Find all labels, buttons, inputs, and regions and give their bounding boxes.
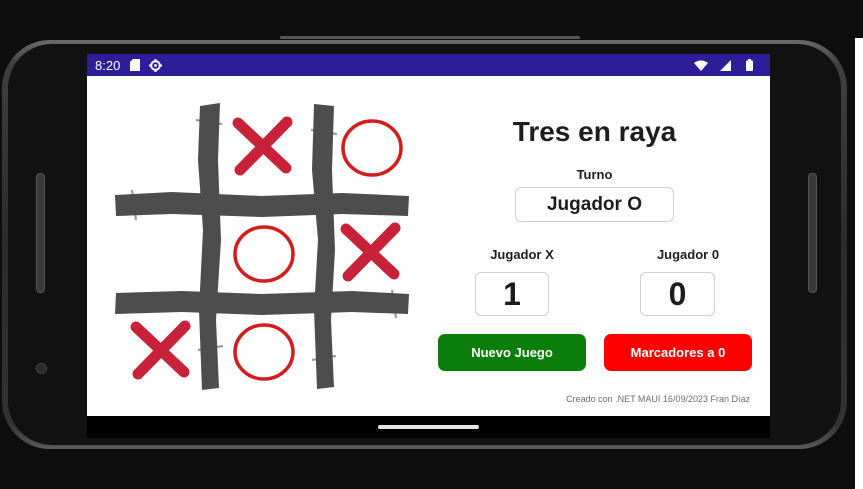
new-game-button[interactable]: Nuevo Juego <box>438 334 586 371</box>
home-gesture-pill[interactable] <box>378 425 479 429</box>
board-cell-1[interactable] <box>122 108 202 188</box>
cell-signal-icon <box>718 58 732 72</box>
app-title: Tres en raya <box>512 116 677 147</box>
wifi-icon <box>694 58 708 72</box>
board-cell-7[interactable] <box>122 312 202 392</box>
o-mark-icon <box>233 323 295 381</box>
device-screen: 8:20 Tres en raya Turno Jugador O Jugado… <box>87 54 770 438</box>
x-mark-icon <box>232 116 293 176</box>
status-bar: 8:20 <box>87 54 770 76</box>
board-cell-3[interactable] <box>332 108 412 188</box>
phone-right-speaker <box>808 173 817 293</box>
player-o-label: Jugador 0 <box>656 247 720 262</box>
x-mark-icon <box>340 222 401 282</box>
board-cell-5[interactable] <box>224 214 304 294</box>
board-cell-9[interactable] <box>332 312 412 392</box>
board-cell-2[interactable] <box>224 108 304 188</box>
board-cell-4[interactable] <box>122 214 202 294</box>
player-o-score: 0 <box>640 272 715 316</box>
battery-icon <box>742 58 756 72</box>
credits-footer: Creado con .NET MAUI 16/09/2023 Fran Día… <box>566 394 750 404</box>
x-mark-icon <box>130 320 191 380</box>
phone-camera <box>36 363 47 374</box>
board-cell-6[interactable] <box>332 214 412 294</box>
o-mark-icon <box>341 119 403 177</box>
o-mark-icon <box>233 225 295 283</box>
turn-value: Jugador O <box>515 187 674 222</box>
sd-card-icon <box>128 58 142 72</box>
board-cell-8[interactable] <box>224 312 304 392</box>
background-strip <box>855 38 863 489</box>
phone-left-speaker <box>36 173 45 293</box>
player-x-label: Jugador X <box>490 247 554 262</box>
player-x-score: 1 <box>475 272 549 316</box>
turn-label: Turno <box>576 167 613 182</box>
phone-top-edge <box>280 36 580 39</box>
reset-scores-button[interactable]: Marcadores a 0 <box>604 334 752 371</box>
settings-gear-icon <box>148 58 162 72</box>
status-time: 8:20 <box>95 57 121 73</box>
game-board <box>112 100 412 392</box>
navigation-bar <box>87 416 770 438</box>
